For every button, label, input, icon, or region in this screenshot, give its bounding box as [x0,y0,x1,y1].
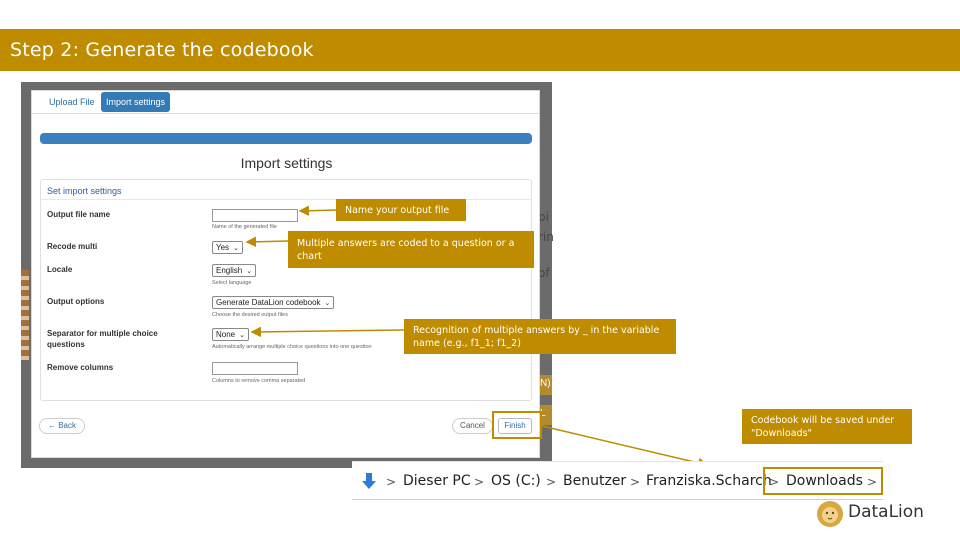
field-help: Select language [212,280,252,286]
arrow-finish-to-downloads [541,425,709,469]
field-label: Output options [47,297,105,306]
field-help: Automatically arrange multiple choice qu… [212,344,372,350]
select-value: Yes [216,243,230,252]
callout-downloads: Codebook will be saved under "Downloads" [742,409,912,444]
breadcrumb-drive-c[interactable]: OS (C:) [491,473,541,489]
datalion-logo: DataLion [815,500,935,528]
cancel-button[interactable]: Cancel [452,418,493,434]
callout-separator: Recognition of multiple answers by _ in … [404,319,676,354]
field-help: Name of the generated file [212,224,277,230]
output-options-select[interactable]: Generate DataLion codebook ⌄ [212,296,335,309]
finish-highlight-frame [492,411,542,439]
import-dialog: Upload File Import settings Import setti… [31,90,540,458]
breadcrumb-benutzer[interactable]: Benutzer [563,473,626,489]
output-file-name-input[interactable] [212,209,298,222]
breadcrumb-this-pc[interactable]: Dieser PC [403,473,471,489]
dialog-title: Import settings [240,155,333,171]
select-value: None [216,330,236,339]
chevron-right-icon: > [630,475,641,489]
field-label: Recode multi [47,242,98,251]
slide-title-bar: Step 2: Generate the codebook [0,29,960,71]
chevron-right-icon: > [386,475,397,489]
chevron-down-icon: ⌄ [246,268,253,275]
logo-text: DataLion [848,502,924,522]
backdrop-decoration [21,270,29,360]
select-value: Generate DataLion codebook [216,298,321,307]
lion-icon [817,501,843,527]
panel-heading: Set import settings [47,186,122,196]
tab-divider [32,113,539,114]
separator-select[interactable]: None ⌄ [212,328,249,341]
locale-select[interactable]: English ⌄ [212,264,257,277]
chevron-down-icon: ⌄ [324,300,331,307]
recode-multi-select[interactable]: Yes ⌄ [212,241,243,254]
tab-upload-file[interactable]: Upload File [44,92,100,112]
field-label: Locale [47,265,73,274]
remove-columns-input[interactable] [212,362,298,375]
field-label: Separator for multiple choice questions [47,329,158,349]
chevron-down-icon: ⌄ [239,332,245,339]
slide-title: Step 2: Generate the codebook [10,39,314,61]
progress-bar [40,133,532,144]
callout-recode-multi: Multiple answers are coded to a question… [288,231,534,268]
background-text-fragment: rin [538,230,554,244]
tab-import-settings[interactable]: Import settings [101,92,171,112]
field-label: Remove columns [47,363,114,372]
chevron-down-icon: ⌄ [233,245,239,252]
select-value: English [216,266,243,275]
field-help: Choose the desired output files [212,312,288,318]
downloads-highlight-frame [763,467,883,495]
progress-fill [40,133,532,144]
down-arrow-icon[interactable] [360,472,378,490]
back-button[interactable]: ← Back [39,418,85,434]
breadcrumb-user[interactable]: Franziska.Scharch [646,473,772,489]
chevron-right-icon: > [546,475,557,489]
field-label: Output file name [47,210,111,219]
background-text-fragment: N) [538,375,552,395]
callout-output-file: Name your output file [336,199,466,221]
chevron-right-icon: > [474,475,485,489]
field-help: Columns to remove comma separated [212,378,306,384]
